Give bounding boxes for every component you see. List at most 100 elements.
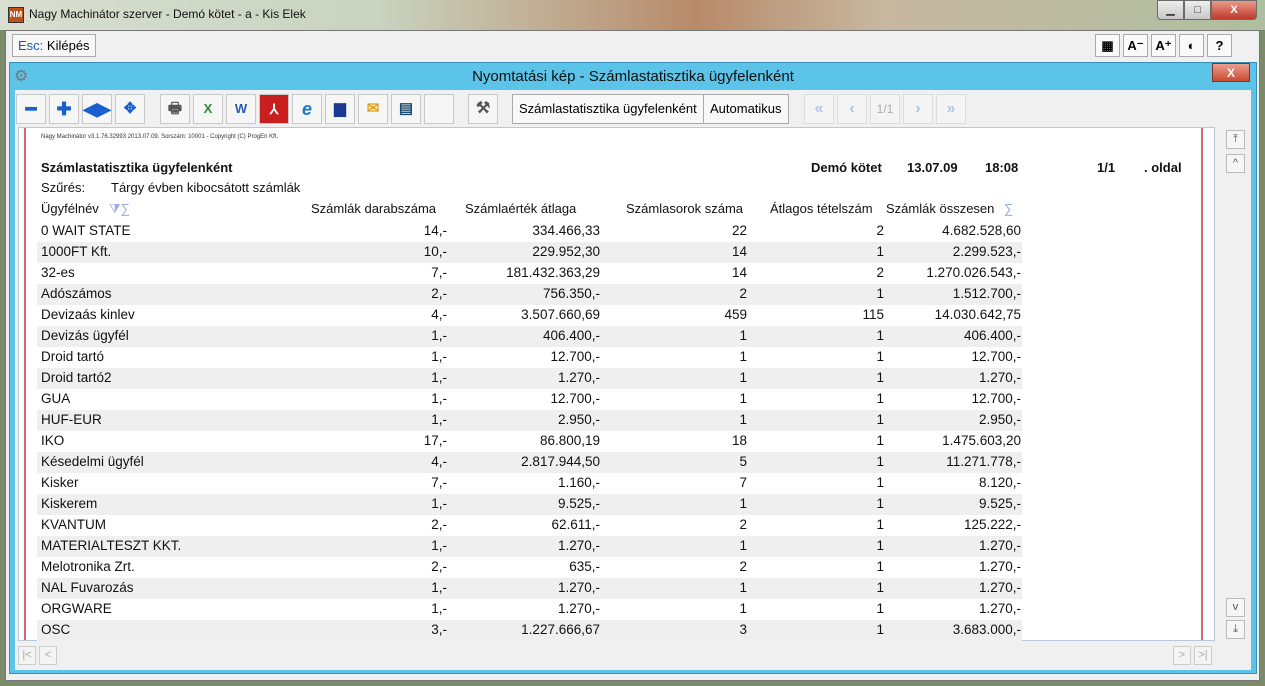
last-page-button[interactable]: » xyxy=(936,94,966,124)
table-cell: Késedelmi ügyfél xyxy=(41,454,144,469)
table-cell: 2.950,- xyxy=(978,412,1021,427)
table-cell: 1.475.603,20 xyxy=(942,433,1021,448)
top-toolbar: Esc: Kilépés ▦ A⁻ A⁺ ◐ ? xyxy=(6,31,1259,61)
exit-button[interactable]: Esc: Kilépés xyxy=(12,34,96,57)
prev-page-button[interactable]: ‹ xyxy=(837,94,867,124)
monitor-icon[interactable]: ▆ xyxy=(325,94,355,124)
scroll-right-button[interactable]: > xyxy=(1173,646,1191,665)
print-preview-dialog: ⚙ Nyomtatási kép - Számlastatisztika ügy… xyxy=(9,62,1257,674)
close-window-button[interactable]: X xyxy=(1211,0,1257,20)
scroll-up-button[interactable]: ^ xyxy=(1226,154,1245,173)
table-cell: 1.270,- xyxy=(557,601,600,616)
word-icon[interactable]: W xyxy=(226,94,256,124)
table-cell: 32-es xyxy=(41,265,75,280)
table-cell: 9.525,- xyxy=(978,496,1021,511)
column-header-line-count: Számlasorok száma xyxy=(626,201,744,216)
table-cell: 1 xyxy=(739,601,747,616)
scroll-left-button[interactable]: < xyxy=(39,646,57,665)
main-frame: Esc: Kilépés ▦ A⁻ A⁺ ◐ ? ⚙ Nyomtatási ké… xyxy=(5,30,1260,681)
tools-icon[interactable]: ⚒ xyxy=(468,94,498,124)
table-row: Késedelmi ügyfél 4,- 2.817.944,50 5 1 11.271.… xyxy=(37,452,1022,473)
table-cell: IKO xyxy=(41,433,65,448)
table-cell: NAL Fuvarozás xyxy=(41,580,134,595)
table-row: 1000FT Kft. 10,- 229.952,30 14 1 2.299.523,- xyxy=(37,242,1022,263)
table-cell: 1,- xyxy=(431,496,447,511)
page-indicator: 1/1 xyxy=(870,94,900,124)
table-row: IKO 17,- 86.800,19 18 1 1.475.603,20 xyxy=(37,431,1022,452)
fit-width-icon[interactable]: ◀▶ xyxy=(82,94,112,124)
table-cell: 12.700,- xyxy=(971,349,1021,364)
table-row: OSC 3,- 1.227.666,67 3 1 3.683.000,- xyxy=(37,620,1022,641)
column-header-total: Számlák összesen xyxy=(886,201,995,216)
table-cell: ORGWARE xyxy=(41,601,112,616)
next-page-button[interactable]: › xyxy=(903,94,933,124)
dialog-close-button[interactable]: X xyxy=(1212,63,1250,82)
table-cell: 14.030.642,75 xyxy=(934,307,1021,322)
zoom-out-icon[interactable]: ━ xyxy=(16,94,46,124)
table-cell: 1.270,- xyxy=(978,538,1021,553)
report-select-button[interactable]: Számlastatisztika ügyfelenként xyxy=(512,94,704,124)
table-cell: 1 xyxy=(739,328,747,343)
fit-page-icon[interactable]: ✥ xyxy=(115,94,145,124)
automatic-button[interactable]: Automatikus xyxy=(703,94,789,124)
table-cell: 1,- xyxy=(431,580,447,595)
table-cell: 1.160,- xyxy=(557,475,600,490)
table-cell: 11.271.778,- xyxy=(946,454,1021,469)
table-cell: 9.525,- xyxy=(557,496,600,511)
scroll-first-button[interactable]: |< xyxy=(18,646,36,665)
printer-icon[interactable]: 🖶 xyxy=(160,94,190,124)
table-cell: 1,- xyxy=(431,412,447,427)
minimize-button[interactable]: ▁ xyxy=(1157,0,1184,20)
zoom-in-icon[interactable]: ✚ xyxy=(49,94,79,124)
table-cell: 12.700,- xyxy=(550,349,600,364)
email-icon[interactable]: ✉ xyxy=(358,94,388,124)
scroll-down-button[interactable]: v xyxy=(1226,598,1245,617)
pdf-icon[interactable]: ⅄ xyxy=(259,94,289,124)
table-cell: 1,- xyxy=(431,391,447,406)
table-cell: 3.507.660,69 xyxy=(521,307,600,322)
table-cell: 635,- xyxy=(569,559,600,574)
scroll-last-button[interactable]: >| xyxy=(1194,646,1212,665)
font-decrease-button[interactable]: A⁻ xyxy=(1123,34,1148,57)
table-cell: 2.299.523,- xyxy=(952,244,1021,259)
archive-icon[interactable]: ▤ xyxy=(391,94,421,124)
filter-value: Tárgy évben kibocsátott számlák xyxy=(111,180,301,195)
table-cell: 1.270,- xyxy=(557,580,600,595)
filter-sum-icon[interactable]: ⧩∑ xyxy=(109,201,130,217)
browser-icon[interactable]: e xyxy=(292,94,322,124)
empty-tool-button[interactable] xyxy=(424,94,454,124)
scroll-bottom-button[interactable]: ⤓ xyxy=(1226,620,1245,639)
table-cell: 1 xyxy=(739,580,747,595)
font-increase-button[interactable]: A⁺ xyxy=(1151,34,1176,57)
scroll-top-button[interactable]: ⤒ xyxy=(1226,130,1245,149)
sum-icon[interactable]: ∑ xyxy=(1004,201,1013,216)
table-row: Devizaás kinlev 4,- 3.507.660,69 459 115 14.0… xyxy=(37,305,1022,326)
table-cell: 2,- xyxy=(431,517,447,532)
table-cell: 2 xyxy=(739,286,747,301)
column-header-client[interactable]: Ügyfélnév xyxy=(41,201,99,216)
table-cell: 1 xyxy=(876,517,884,532)
maximize-button[interactable]: □ xyxy=(1184,0,1211,20)
first-page-button[interactable]: « xyxy=(804,94,834,124)
excel-icon[interactable]: X xyxy=(193,94,223,124)
table-cell: 2 xyxy=(876,265,884,280)
theme-button[interactable]: ◐ xyxy=(1179,34,1204,57)
table-cell: 4,- xyxy=(431,454,447,469)
table-cell: 12.700,- xyxy=(971,391,1021,406)
layout-grid-button[interactable]: ▦ xyxy=(1095,34,1120,57)
table-cell: 1 xyxy=(739,538,747,553)
help-button[interactable]: ? xyxy=(1207,34,1232,57)
table-cell: 229.952,30 xyxy=(532,244,600,259)
table-cell: 1 xyxy=(876,454,884,469)
table-cell: 5 xyxy=(739,454,747,469)
table-cell: 1 xyxy=(876,433,884,448)
table-cell: 1 xyxy=(876,370,884,385)
table-row: KVANTUM 2,- 62.611,- 2 1 125.222,- xyxy=(37,515,1022,536)
table-cell: Melotronika Zrt. xyxy=(41,559,135,574)
table-cell: Droid tartó2 xyxy=(41,370,112,385)
table-cell: 1 xyxy=(739,370,747,385)
table-cell: 1 xyxy=(876,349,884,364)
table-cell: 8.120,- xyxy=(978,475,1021,490)
right-margin-line xyxy=(1201,128,1203,640)
table-cell: 12.700,- xyxy=(550,391,600,406)
